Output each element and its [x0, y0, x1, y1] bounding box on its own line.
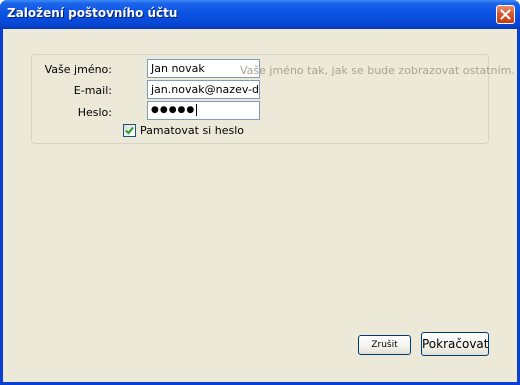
password-label: Heslo:: [77, 106, 112, 119]
password-mask: ●●●●●: [151, 105, 196, 115]
dialog-body: Vaše jméno: Jan novak E-mail: jan.novak@…: [3, 29, 517, 382]
email-field[interactable]: jan.novak@nazev-dome: [147, 80, 260, 99]
dialog-window: Založení poštovního účtu Vaše jméno: Jan…: [0, 0, 520, 385]
window-title: Založení poštovního účtu: [7, 6, 178, 20]
remember-password-label[interactable]: Pamatovat si heslo: [140, 124, 244, 137]
title-bar[interactable]: Založení poštovního účtu: [0, 0, 520, 29]
name-hint: Vaše jméno tak, jak se bude zobrazovat o…: [240, 64, 515, 77]
close-button[interactable]: [496, 5, 515, 24]
password-field[interactable]: ●●●●●: [147, 101, 260, 120]
name-label: Vaše jméno:: [44, 63, 112, 76]
email-label: E-mail:: [73, 84, 112, 97]
remember-password-checkbox[interactable]: [123, 124, 136, 137]
cancel-button[interactable]: Zrušit: [358, 335, 411, 355]
text-cursor: [196, 103, 198, 116]
continue-button[interactable]: Pokračovat: [421, 332, 489, 356]
